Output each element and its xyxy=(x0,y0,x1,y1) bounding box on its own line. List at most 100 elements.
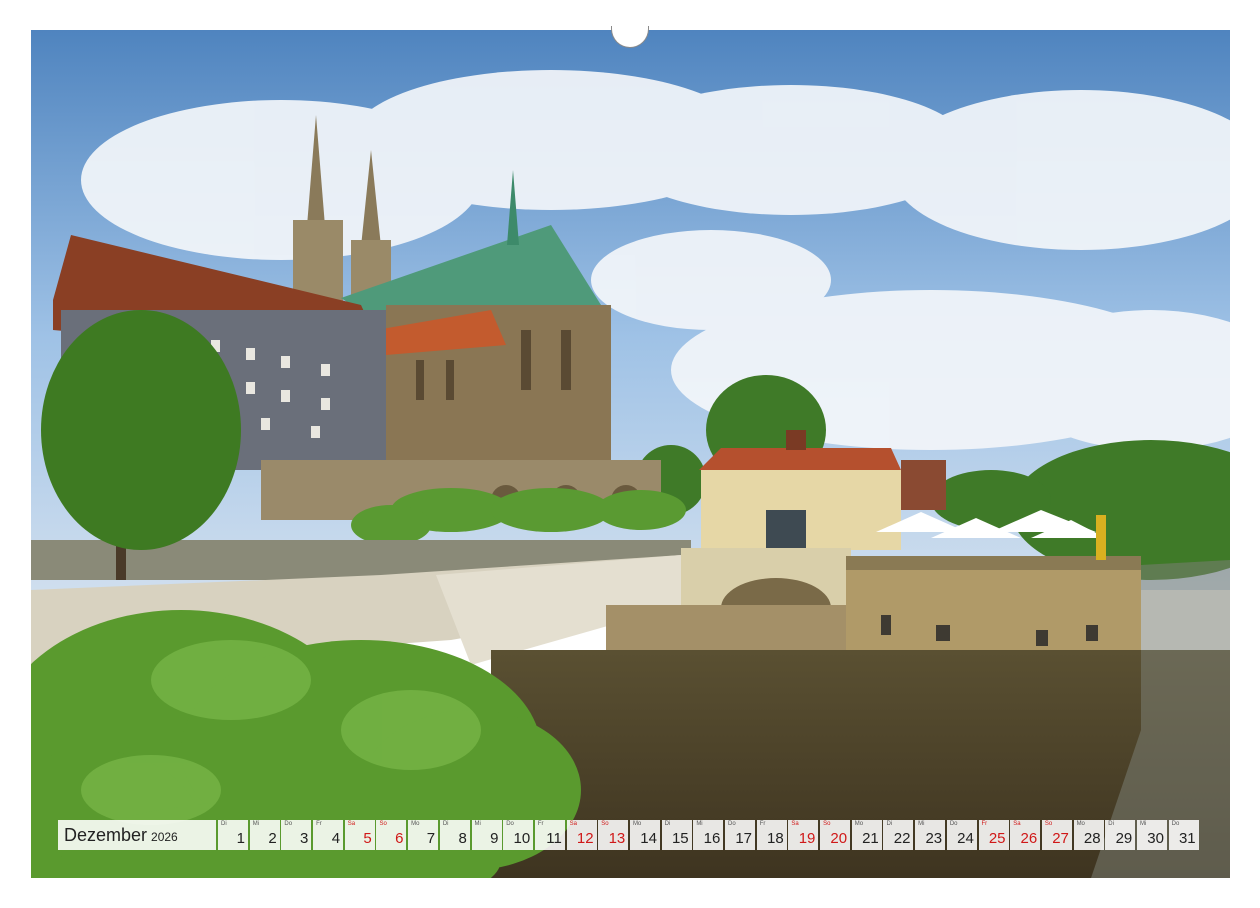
day-number: 13 xyxy=(608,830,626,847)
weekday-label: Mo xyxy=(632,821,642,827)
day-number: 29 xyxy=(1115,830,1133,847)
day-cell: Di 15 xyxy=(661,820,692,850)
day-number: 12 xyxy=(576,830,594,847)
day-cell: Sa 19 xyxy=(788,820,819,850)
weekday-label: Mi xyxy=(474,821,481,827)
weekday-label: Do xyxy=(506,821,514,827)
weekday-label: Di xyxy=(221,821,227,827)
day-cell: Di 29 xyxy=(1105,820,1136,850)
day-number: 19 xyxy=(798,830,816,847)
day-number: 27 xyxy=(1052,830,1069,847)
day-number: 25 xyxy=(988,830,1006,847)
day-cell: So 13 xyxy=(598,820,629,850)
day-number: 4 xyxy=(331,830,341,847)
day-cell: Mi 16 xyxy=(693,820,724,850)
day-number: 26 xyxy=(1020,830,1038,847)
day-number: 3 xyxy=(300,830,309,847)
day-cell: Fr 11 xyxy=(534,820,565,850)
day-number: 23 xyxy=(925,830,943,847)
weekday-label: So xyxy=(601,821,609,827)
day-number: 18 xyxy=(767,830,784,847)
day-cell: Sa 5 xyxy=(344,820,375,850)
day-cell: Do 17 xyxy=(725,820,755,850)
day-number: 11 xyxy=(546,830,562,847)
day-cell: Di 8 xyxy=(439,820,470,850)
day-cell: Mo 14 xyxy=(629,820,660,850)
weekday-label: Fr xyxy=(981,821,988,827)
weekday-label: Fr xyxy=(316,821,322,827)
weekday-label: Do xyxy=(728,821,736,827)
day-cell: Do 31 xyxy=(1168,820,1199,850)
weekday-label: Mi xyxy=(252,821,260,827)
weekday-label: Mi xyxy=(1139,821,1147,827)
day-cell: Mi 23 xyxy=(915,820,946,850)
day-cell: Do 10 xyxy=(503,820,534,850)
day-number: 22 xyxy=(893,830,911,847)
photo-illustration xyxy=(31,30,1230,878)
day-cell: Do 3 xyxy=(281,820,312,850)
landscape-photo xyxy=(31,30,1230,878)
day-number: 30 xyxy=(1147,830,1164,847)
day-cell: Mi 2 xyxy=(249,820,280,850)
day-cell: Fr 25 xyxy=(978,820,1009,850)
day-number: 31 xyxy=(1178,830,1196,847)
weekday-label: Do xyxy=(284,821,293,827)
day-number: 21 xyxy=(862,830,879,847)
day-number: 15 xyxy=(671,830,689,847)
day-number: 17 xyxy=(735,830,752,847)
day-number: 16 xyxy=(703,830,721,847)
day-cell: Sa 26 xyxy=(1010,820,1041,850)
weekday-label: Mi xyxy=(696,821,703,827)
day-cell: Fr 18 xyxy=(756,820,787,850)
day-number: 1 xyxy=(236,830,245,847)
day-number: 7 xyxy=(426,830,436,847)
weekday-label: Mo xyxy=(1076,821,1085,827)
calendar-strip: Dezember 2026 Di 1 Mi 2 Do 3 Fr 4 Sa 5 So 6 Mo 7 Di 8 Mi… xyxy=(58,820,1200,850)
day-cell: So 27 xyxy=(1041,820,1072,850)
calendar-page: Dezember 2026 Di 1 Mi 2 Do 3 Fr 4 Sa 5 So 6 Mo 7 Di 8 Mi… xyxy=(0,0,1260,908)
day-number: 8 xyxy=(458,830,467,847)
day-number: 5 xyxy=(363,830,372,847)
weekday-label: So xyxy=(379,821,387,827)
day-number: 2 xyxy=(268,830,277,847)
day-number: 9 xyxy=(490,830,499,847)
day-number: 24 xyxy=(957,830,974,847)
day-number: 10 xyxy=(513,830,531,847)
month-name: Dezember xyxy=(64,824,148,845)
day-number: 6 xyxy=(395,830,404,847)
day-cell: Di 1 xyxy=(218,820,248,850)
weekday-label: Do xyxy=(949,821,958,827)
day-cell: Sa 12 xyxy=(566,820,597,850)
day-cell: Di 22 xyxy=(883,820,914,850)
weekday-label: So xyxy=(823,821,831,827)
weekday-label: Mo xyxy=(411,821,420,827)
weekday-label: Fr xyxy=(537,821,544,827)
weekday-label: Di xyxy=(1108,821,1114,827)
month-year: 2026 xyxy=(151,830,178,844)
weekday-label: Sa xyxy=(569,821,577,827)
day-cell: Mi 9 xyxy=(471,820,502,850)
weekday-label: Di xyxy=(442,821,449,827)
month-label: Dezember 2026 xyxy=(58,820,216,850)
weekday-label: Di xyxy=(664,821,671,827)
day-cell: So 20 xyxy=(820,820,851,850)
day-cell: Do 24 xyxy=(946,820,977,850)
weekday-label: So xyxy=(1044,821,1053,827)
day-number: 14 xyxy=(640,830,657,847)
day-number: 28 xyxy=(1083,830,1101,847)
day-cell: So 6 xyxy=(376,820,407,850)
weekday-label: Di xyxy=(886,821,893,827)
weekday-label: Mo xyxy=(854,821,864,827)
weekday-label: Do xyxy=(1171,821,1180,827)
day-cell: Mi 30 xyxy=(1136,820,1167,850)
weekday-label: Sa xyxy=(347,821,356,827)
day-cell: Mo 21 xyxy=(851,820,882,850)
weekday-label: Sa xyxy=(791,821,799,827)
weekday-label: Mi xyxy=(918,821,925,827)
weekday-label: Sa xyxy=(1013,821,1021,827)
day-number: 20 xyxy=(830,830,848,847)
day-cell: Mo 7 xyxy=(408,820,439,850)
day-cell: Mo 28 xyxy=(1073,820,1104,850)
weekday-label: Fr xyxy=(759,821,766,827)
day-cell: Fr 4 xyxy=(313,820,344,850)
